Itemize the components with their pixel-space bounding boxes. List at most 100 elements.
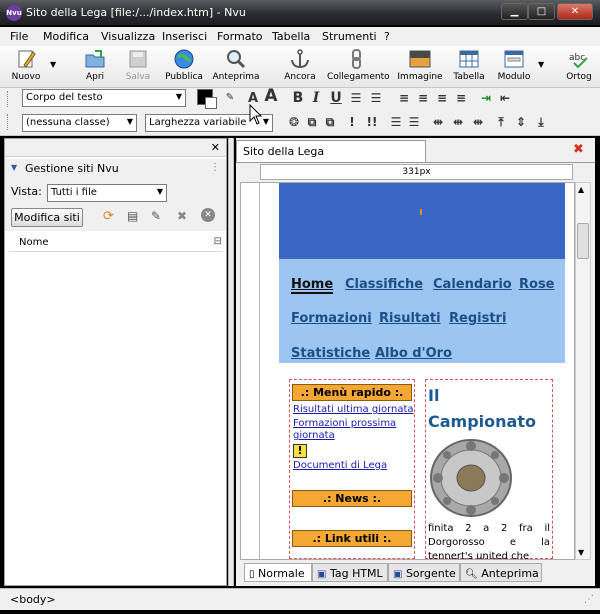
nav-link-statistiche[interactable]: Statistiche xyxy=(291,346,370,361)
bulleted-list-icon[interactable]: ☰ xyxy=(348,90,364,106)
form-button[interactable]: Modulo xyxy=(490,49,538,87)
publish-button[interactable]: Pubblica xyxy=(160,49,208,87)
menu-table[interactable]: Tabella xyxy=(272,30,310,43)
panel-tools: Vista: Tutti i file ▼ Modifica siti ⟳ ▤ ✎… xyxy=(5,179,226,231)
bold-button[interactable]: B xyxy=(290,90,306,106)
view-select[interactable]: Tutti i file ▼ xyxy=(47,184,167,202)
menu-file[interactable]: File xyxy=(10,30,28,43)
underline-button[interactable]: U xyxy=(328,90,344,106)
menu-tools[interactable]: Strumenti xyxy=(322,30,377,43)
align-justify-icon[interactable]: ≡ xyxy=(453,90,469,106)
refresh-icon[interactable]: ⟳ xyxy=(103,209,114,224)
menu-help[interactable]: ? xyxy=(384,30,390,43)
minimize-button[interactable]: ▁ xyxy=(501,3,528,20)
nav-link-albo-doro[interactable]: Albo d'Oro xyxy=(375,346,452,361)
resize-grip-icon[interactable]: ⋰ xyxy=(584,594,594,605)
new-button[interactable]: Nuovo xyxy=(2,49,50,87)
spellcheck-icon: abc xyxy=(568,49,590,69)
paste-style-icon[interactable]: ⧉ xyxy=(322,114,338,130)
font-larger-button[interactable]: A xyxy=(263,88,279,105)
edit-sites-button[interactable]: Modifica siti xyxy=(11,208,83,227)
valign-top-icon[interactable]: ⤒ xyxy=(493,114,509,130)
nav-link-classifiche[interactable]: Classifiche xyxy=(345,277,423,292)
save-button[interactable]: Salva xyxy=(114,49,162,87)
vertical-scrollbar[interactable]: ▲ ▼ xyxy=(575,182,591,560)
toolbar-grip[interactable] xyxy=(7,114,11,130)
table-button[interactable]: Tabella xyxy=(445,49,493,87)
maximize-button[interactable]: □ xyxy=(528,3,555,20)
document-tab[interactable]: Sito della Lega xyxy=(236,140,426,162)
delete-icon[interactable]: ✖ xyxy=(177,209,187,223)
align-center-icon[interactable]: ≡ xyxy=(415,90,431,106)
menu-view[interactable]: Visualizza xyxy=(101,30,155,43)
anchor-button[interactable]: Ancora xyxy=(276,49,324,87)
close-tab-icon[interactable]: ✖ xyxy=(573,143,587,157)
tab-preview[interactable]: 🔍︎ Anteprima xyxy=(460,563,542,582)
link-button[interactable]: Collegamento xyxy=(327,49,390,87)
important-icon[interactable]: ! xyxy=(344,114,360,130)
panel-menu-icon[interactable]: ⋮ xyxy=(210,162,220,173)
float-none-icon[interactable]: ⇹ xyxy=(450,114,466,130)
form-dropdown-arrow-icon[interactable]: ▼ xyxy=(538,60,544,69)
align-right-icon[interactable]: ≡ xyxy=(434,90,450,106)
new-page-icon xyxy=(15,49,37,69)
collapse-triangle-icon[interactable]: ▼ xyxy=(11,163,17,172)
scroll-thumb[interactable] xyxy=(577,223,589,259)
spellcheck-button[interactable]: abc Ortog xyxy=(558,49,600,87)
close-window-button[interactable]: ✕ xyxy=(557,3,593,20)
open-button[interactable]: Apri xyxy=(71,49,119,87)
box-align-icon[interactable]: ☰ xyxy=(388,114,404,130)
nav-link-calendario[interactable]: Calendario xyxy=(433,277,512,292)
menu-edit[interactable]: Modifica xyxy=(43,30,89,43)
nav-link-risultati[interactable]: Risultati xyxy=(379,311,441,326)
copy-style-icon[interactable]: ⧉ xyxy=(304,114,320,130)
box-align-2-icon[interactable]: ☰ xyxy=(406,114,422,130)
double-important-icon[interactable]: !! xyxy=(364,114,380,130)
numbered-list-icon[interactable]: ☰ xyxy=(368,90,384,106)
background-color-swatch[interactable] xyxy=(205,97,217,109)
tab-html-tags[interactable]: ▣ Tag HTML xyxy=(312,563,388,582)
italic-button[interactable]: I xyxy=(308,90,324,106)
panel-splitter[interactable] xyxy=(228,138,234,586)
link-last-results[interactable]: Risultati ultima giornata xyxy=(293,404,414,415)
form-icon xyxy=(503,49,525,69)
menu-insert[interactable]: Inserisci xyxy=(162,30,207,43)
indent-icon[interactable]: ⇥ xyxy=(478,90,494,106)
link-league-documents[interactable]: Documenti di Lega xyxy=(293,460,387,471)
align-left-icon[interactable]: ≡ xyxy=(396,90,412,106)
paragraph-style-select[interactable]: Corpo del testo ▼ xyxy=(22,89,186,107)
nav-link-rose[interactable]: Rose xyxy=(519,277,555,292)
column-name-header[interactable]: Nome xyxy=(19,237,49,248)
edit-file-icon[interactable]: ✎ xyxy=(151,209,161,223)
nav-link-home[interactable]: Home xyxy=(291,277,334,294)
new-dropdown-arrow-icon[interactable]: ▼ xyxy=(50,60,56,69)
highlight-pen-icon[interactable]: ✎ xyxy=(222,90,238,106)
nav-link-formazioni[interactable]: Formazioni xyxy=(291,311,372,326)
link-next-formations[interactable]: Formazioni prossima xyxy=(293,418,396,429)
close-panel-icon[interactable]: ✕ xyxy=(211,141,220,154)
scroll-up-arrow-icon[interactable]: ▲ xyxy=(578,185,584,194)
preview-button[interactable]: Anteprima xyxy=(212,49,260,87)
editing-canvas[interactable]: Home Classifiche Calendario Rose Formazi… xyxy=(240,182,575,560)
valign-middle-icon[interactable]: ⇕ xyxy=(513,114,529,130)
menu-format[interactable]: Formato xyxy=(217,30,263,43)
tab-normal[interactable]: ▯ Normale xyxy=(244,563,312,582)
outdent-icon[interactable]: ⇤ xyxy=(497,90,513,106)
tab-source[interactable]: ▣ Sorgente xyxy=(388,563,460,582)
style-icon[interactable]: ❂ xyxy=(286,114,302,130)
link-next-formations-cont[interactable]: giornata xyxy=(293,430,335,441)
float-left-icon[interactable]: ⇹ xyxy=(430,114,446,130)
column-picker-icon[interactable]: ⊟ xyxy=(214,236,222,247)
toolbar-grip[interactable] xyxy=(7,91,11,107)
nav-link-registri[interactable]: Registri xyxy=(449,311,506,326)
new-folder-icon[interactable]: ▤ xyxy=(127,209,138,223)
panel-header: ✕ xyxy=(5,139,226,157)
image-button[interactable]: Immagine xyxy=(396,49,444,87)
valign-bottom-icon[interactable]: ⤓ xyxy=(533,114,549,130)
class-select[interactable]: (nessuna classe) ▼ xyxy=(22,114,137,132)
content-heading-line2: Campionato xyxy=(428,412,536,431)
tag-path[interactable]: <body> xyxy=(10,593,56,606)
stop-icon[interactable]: ✕ xyxy=(201,208,215,222)
scroll-down-arrow-icon[interactable]: ▼ xyxy=(578,548,584,557)
float-right-icon[interactable]: ⇹ xyxy=(470,114,486,130)
